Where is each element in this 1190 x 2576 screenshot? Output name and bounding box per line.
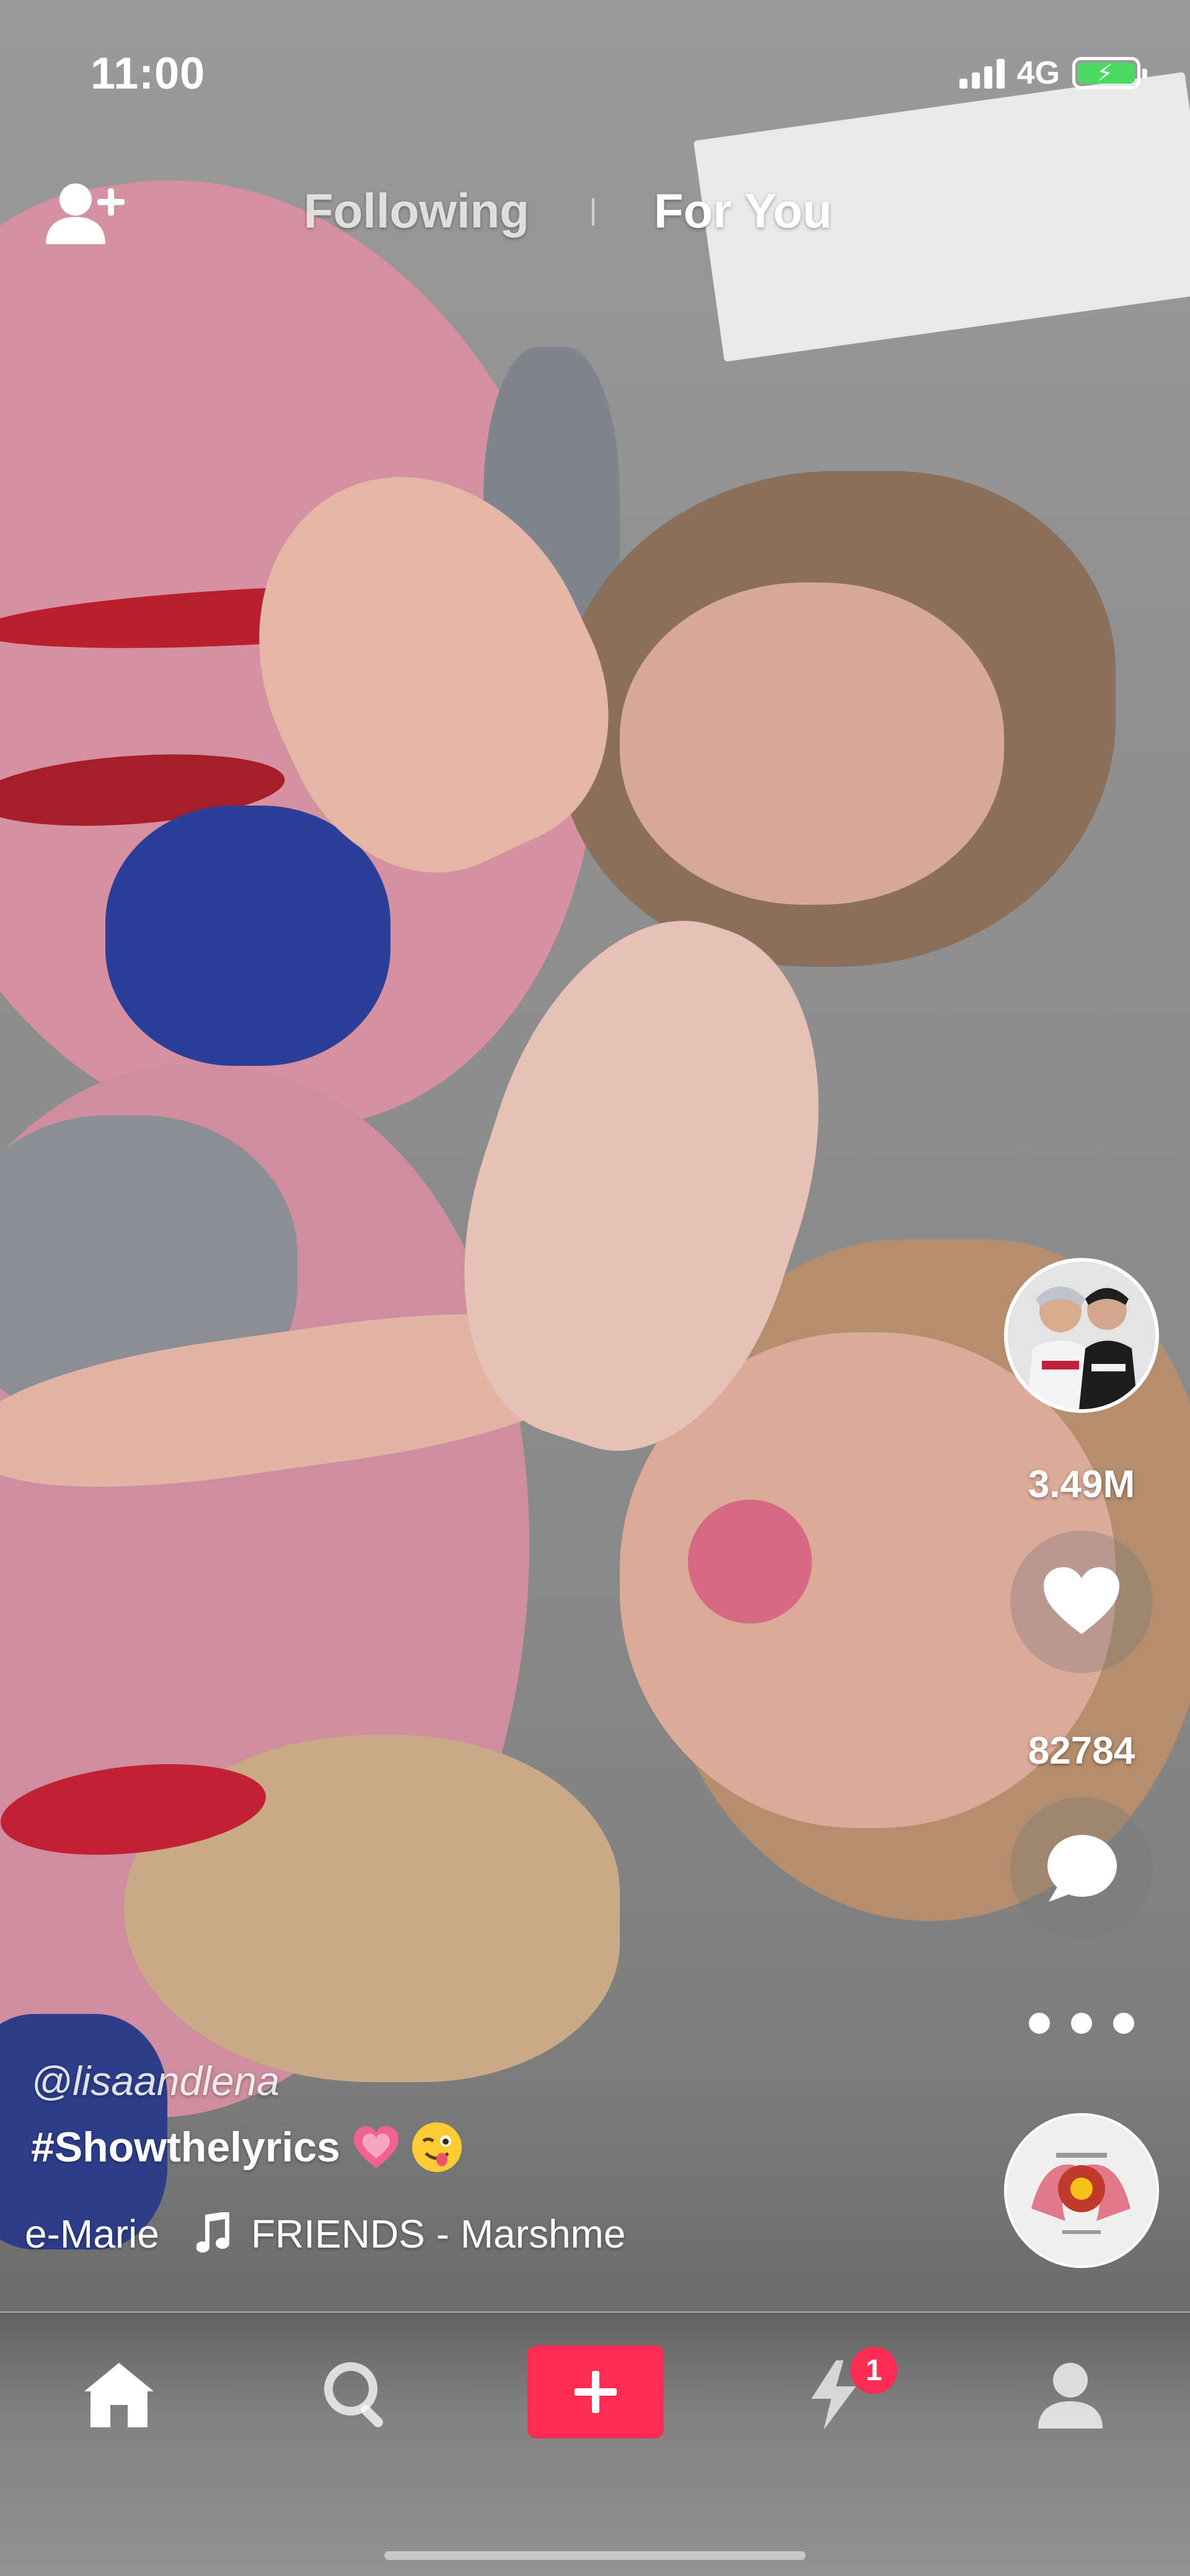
tab-create[interactable] xyxy=(527,2345,664,2438)
caption-line: #Showthelyrics xyxy=(31,2122,462,2172)
cellular-signal-icon xyxy=(959,58,1005,89)
author-username[interactable]: @lisaandlena xyxy=(31,2057,280,2104)
tab-following[interactable]: Following xyxy=(304,180,529,242)
comment-button[interactable] xyxy=(1010,1797,1153,1940)
creator-avatar[interactable] xyxy=(1004,1258,1159,1413)
battery-icon: ⚡ xyxy=(1072,57,1147,89)
music-note-icon xyxy=(195,2211,234,2256)
comments-count: 82784 xyxy=(1028,1730,1135,1772)
video-frame-shape xyxy=(620,582,1004,905)
profile-icon xyxy=(1038,2363,1103,2429)
add-friend-icon[interactable] xyxy=(43,180,136,248)
comment-icon xyxy=(1047,1835,1117,1902)
status-time: 11:00 xyxy=(90,49,206,99)
tab-for-you[interactable]: For You xyxy=(654,180,832,242)
tab-divider xyxy=(592,198,594,226)
music-disc[interactable] xyxy=(1004,2113,1159,2268)
network-type: 4G xyxy=(1016,55,1060,91)
video-frame-shape xyxy=(105,806,390,1066)
home-indicator[interactable] xyxy=(384,2551,806,2560)
winking-tongue-emoji xyxy=(412,2122,462,2172)
music-artist-fragment: e-Marie xyxy=(25,2212,159,2256)
inbox-badge: 1 xyxy=(850,2347,897,2394)
likes-count: 3.49M xyxy=(1028,1463,1135,1506)
home-icon xyxy=(84,2363,154,2427)
more-options-icon[interactable] xyxy=(1029,2002,1134,2045)
heart-icon xyxy=(1044,1567,1119,1634)
music-marquee[interactable]: e-Marie FRIENDS - Marshme xyxy=(0,2206,731,2262)
discover-icon xyxy=(324,2362,383,2427)
create-icon xyxy=(575,2371,617,2413)
growing-heart-emoji xyxy=(351,2122,401,2172)
video-frame-shape xyxy=(688,1500,812,1624)
tab-discover[interactable] xyxy=(314,2352,400,2438)
hashtag-link[interactable]: #Showthelyrics xyxy=(31,2123,340,2171)
music-title: FRIENDS - Marshme xyxy=(250,2212,626,2256)
status-indicators: 4G ⚡ xyxy=(959,55,1147,92)
tab-profile[interactable] xyxy=(1027,2352,1114,2438)
tab-home[interactable] xyxy=(76,2352,162,2438)
like-button[interactable] xyxy=(1010,1531,1153,1673)
